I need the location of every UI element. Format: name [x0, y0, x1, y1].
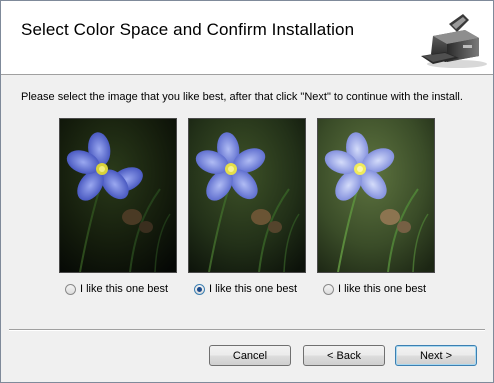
flower-image-light[interactable] — [317, 118, 435, 273]
cancel-button[interactable]: Cancel — [209, 345, 291, 366]
page-title: Select Color Space and Confirm Installat… — [21, 20, 355, 39]
scanner-icon — [421, 14, 487, 68]
footer-divider — [9, 329, 485, 331]
flower-image-dark[interactable] — [59, 118, 177, 273]
header-banner: Select Color Space and Confirm Installat… — [1, 1, 493, 75]
option-2-label: I like this one best — [209, 283, 298, 295]
next-button[interactable]: Next > — [395, 345, 477, 366]
radio-button[interactable] — [323, 283, 334, 295]
radio-button[interactable] — [65, 283, 76, 295]
installer-window: Select Color Space and Confirm Installat… — [0, 0, 494, 383]
radio-button-selected[interactable] — [194, 283, 205, 295]
option-1-label: I like this one best — [80, 283, 169, 295]
option-3-radio-choice[interactable]: I like this one best — [323, 281, 426, 297]
flower-image-medium[interactable] — [188, 118, 306, 273]
instruction-text: Please select the image that you like be… — [21, 91, 463, 103]
option-1-radio-choice[interactable]: I like this one best — [65, 281, 168, 297]
back-button[interactable]: < Back — [303, 345, 385, 366]
option-2-radio-choice[interactable]: I like this one best — [194, 281, 297, 297]
option-3-label: I like this one best — [338, 283, 427, 295]
